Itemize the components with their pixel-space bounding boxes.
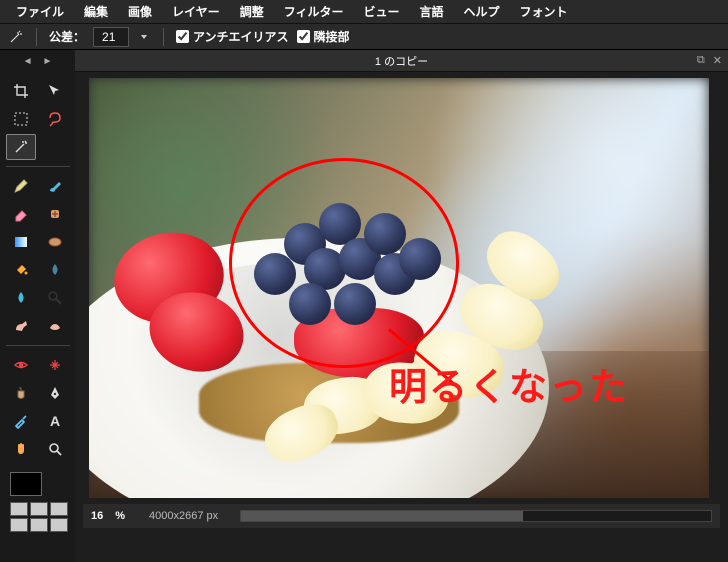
swatch[interactable] [30, 502, 48, 516]
tool-divider [6, 166, 70, 167]
contiguous-label: 隣接部 [314, 28, 350, 45]
menu-help[interactable]: ヘルプ [454, 0, 510, 24]
photo-content [89, 78, 709, 498]
scrollbar-thumb[interactable] [241, 511, 523, 521]
zoom-tool[interactable] [40, 436, 70, 462]
zoom-value[interactable]: 16 [91, 510, 103, 522]
swatch[interactable] [50, 518, 68, 532]
zoom-percent: % [115, 510, 125, 522]
contiguous-input[interactable] [297, 30, 310, 43]
swatch[interactable] [10, 502, 28, 516]
options-bar: 公差： 21 アンチエイリアス 隣接部 [0, 24, 728, 50]
heal-tool[interactable] [40, 201, 70, 227]
tool-tabs: ◄ ► [4, 56, 71, 70]
foreground-color[interactable] [10, 472, 42, 496]
menu-adjust[interactable]: 調整 [230, 0, 274, 24]
sponge-tool[interactable] [40, 229, 70, 255]
antialias-label: アンチエイリアス [193, 28, 289, 45]
horizontal-scrollbar[interactable] [240, 510, 712, 522]
tool-divider [6, 345, 70, 346]
wand-icon [8, 29, 24, 45]
swatch[interactable] [50, 502, 68, 516]
brush-tool[interactable] [40, 173, 70, 199]
bucket-tool[interactable] [6, 257, 36, 283]
tolerance-label: 公差： [49, 28, 85, 45]
menu-image[interactable]: 画像 [118, 0, 162, 24]
eraser-tool[interactable] [6, 201, 36, 227]
menu-font[interactable]: フォント [510, 0, 578, 24]
document-title: 1 のコピー [375, 53, 428, 69]
wand-tool[interactable] [6, 134, 36, 160]
marquee-tool[interactable] [6, 106, 36, 132]
canvas-area: 1 のコピー ⧉ ✕ [75, 50, 728, 562]
move-tool[interactable] [40, 78, 70, 104]
tolerance-dropdown[interactable] [137, 30, 151, 44]
color-swatches [4, 472, 71, 532]
canvas[interactable]: 明るくなった [89, 78, 709, 498]
menu-language[interactable]: 言語 [409, 0, 453, 24]
menu-file[interactable]: ファイル [6, 0, 74, 24]
popout-icon[interactable]: ⧉ [697, 54, 705, 67]
canvas-wrap: 明るくなった 16 % 4000x2667 px [75, 72, 728, 562]
gradient-tool[interactable] [6, 229, 36, 255]
svg-text:A: A [50, 413, 60, 429]
lasso-tool[interactable] [40, 106, 70, 132]
workspace: ◄ ► [0, 50, 728, 562]
canvas-dimensions: 4000x2667 px [149, 510, 218, 522]
text-tool[interactable]: A [40, 408, 70, 434]
antialias-input[interactable] [176, 30, 189, 43]
tool-tab-left-icon[interactable]: ◄ [23, 56, 33, 70]
droplet-tool[interactable] [6, 285, 36, 311]
pencil-tool[interactable] [6, 173, 36, 199]
menu-edit[interactable]: 編集 [74, 0, 118, 24]
burn-tool[interactable] [40, 313, 70, 339]
clone-tool[interactable] [6, 380, 36, 406]
pen-tool[interactable] [40, 380, 70, 406]
swatch[interactable] [30, 518, 48, 532]
blur-tool[interactable] [40, 257, 70, 283]
tool-panel: ◄ ► [0, 50, 75, 562]
empty-tool [40, 134, 70, 160]
swatch[interactable] [10, 518, 28, 532]
separator [163, 28, 164, 46]
status-bar: 16 % 4000x2667 px [83, 504, 720, 528]
swatch-grid [10, 502, 71, 532]
menu-layer[interactable]: レイヤー [162, 0, 230, 24]
smudge-tool[interactable] [6, 313, 36, 339]
tool-tab-right-icon[interactable]: ► [43, 56, 53, 70]
separator [36, 28, 37, 46]
redeye-tool[interactable] [40, 352, 70, 378]
dodge-tool[interactable] [40, 285, 70, 311]
document-titlebar: 1 のコピー ⧉ ✕ [75, 50, 728, 72]
menubar: ファイル 編集 画像 レイヤー 調整 フィルター ビュー 言語 ヘルプ フォント [0, 0, 728, 24]
menu-view[interactable]: ビュー [353, 0, 409, 24]
eye-tool[interactable] [6, 352, 36, 378]
hand-tool[interactable] [6, 436, 36, 462]
tool-grid: A [6, 78, 71, 462]
menu-filter[interactable]: フィルター [274, 0, 354, 24]
tolerance-input[interactable]: 21 [93, 27, 129, 47]
crop-tool[interactable] [6, 78, 36, 104]
antialias-checkbox[interactable]: アンチエイリアス [176, 28, 289, 45]
contiguous-checkbox[interactable]: 隣接部 [297, 28, 350, 45]
close-icon[interactable]: ✕ [713, 54, 722, 67]
eyedropper-tool[interactable] [6, 408, 36, 434]
